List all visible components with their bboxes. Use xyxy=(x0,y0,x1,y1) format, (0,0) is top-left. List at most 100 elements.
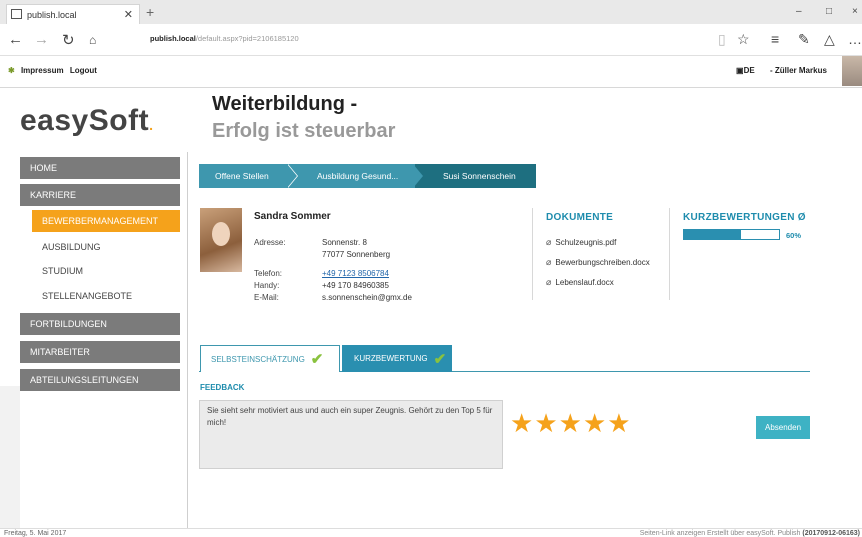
feedback-heading: FEEDBACK xyxy=(200,383,245,392)
email-label: E-Mail: xyxy=(254,293,279,302)
tab-selbsteinschaetzung[interactable]: SELBSTEINSCHÄTZUNG ✔ xyxy=(200,345,340,372)
new-tab-button[interactable]: + xyxy=(146,4,154,20)
minimize-button[interactable]: – xyxy=(796,6,802,17)
rating-progress-fill xyxy=(684,230,741,239)
back-icon[interactable]: ← xyxy=(8,31,23,48)
address-path: /default.aspx?pid=2106185120 xyxy=(195,34,299,43)
star-icon[interactable]: ★ xyxy=(607,408,631,438)
sidebar-item-stellenangebote[interactable]: STELLENANGEBOTE xyxy=(32,285,180,307)
page-subtitle: Erfolg ist steuerbar xyxy=(212,120,396,142)
address-label: Adresse: xyxy=(254,238,286,247)
footer-date: Freitag, 5. Mai 2017 xyxy=(4,530,67,537)
candidate-name: Sandra Sommer xyxy=(254,211,331,222)
address-host: publish.local xyxy=(150,34,196,43)
impressum-icon: ✱ xyxy=(8,66,15,75)
mobile-label: Handy: xyxy=(254,281,280,290)
favorite-star-icon[interactable]: ☆ xyxy=(737,31,750,48)
home-icon[interactable]: ⌂ xyxy=(89,33,96,47)
easysoft-logo: easySoft. xyxy=(20,104,153,138)
divider xyxy=(532,208,533,300)
breadcrumb-current[interactable]: Susi Sonnenschein xyxy=(415,164,536,188)
star-icon[interactable]: ★ xyxy=(559,408,583,438)
check-icon: ✔ xyxy=(310,351,324,368)
mobile-value: +49 170 84960385 xyxy=(322,281,389,290)
impressum-link[interactable]: Impressum xyxy=(21,66,64,75)
browser-tab-bar: publish.local ✕ + – □ × xyxy=(0,0,862,24)
candidate-face xyxy=(212,222,230,246)
browser-tab[interactable]: publish.local ✕ xyxy=(6,4,140,24)
sidebar-item-ausbildung[interactable]: AUSBILDUNG xyxy=(32,236,180,258)
close-window-button[interactable]: × xyxy=(852,6,858,17)
app-top-bar: ✱ Impressum Logout ▣DE - Züller Markus xyxy=(0,56,862,88)
refresh-icon[interactable]: ↻ xyxy=(62,31,75,49)
document-link[interactable]: ⌀ Bewerbungschreiben.docx xyxy=(546,257,650,268)
logo-text: easySoft xyxy=(20,104,150,137)
paperclip-icon: ⌀ xyxy=(546,277,552,287)
address-bar[interactable]: publish.local/default.aspx?pid=210618512… xyxy=(150,34,299,43)
check-icon: ✔ xyxy=(433,350,447,368)
status-footer: Freitag, 5. Mai 2017 Seiten-Link anzeige… xyxy=(0,528,862,537)
star-icon[interactable]: ★ xyxy=(510,408,534,438)
feedback-textarea[interactable]: Sie sieht sehr motiviert aus und auch ei… xyxy=(199,400,503,469)
forward-icon[interactable]: → xyxy=(34,31,49,48)
rating-progress-bar xyxy=(683,229,780,240)
sidebar-item-karriere[interactable]: KARRIERE xyxy=(20,184,180,206)
tab-kurzbewertung[interactable]: KURZBEWERTUNG ✔ xyxy=(342,345,452,372)
sidebar-item-home[interactable]: HOME xyxy=(20,157,180,179)
page-title: Weiterbildung - xyxy=(212,93,358,115)
submit-button[interactable]: Absenden xyxy=(756,416,810,439)
logout-link[interactable]: Logout xyxy=(70,66,97,75)
left-margin-fill xyxy=(0,386,20,528)
address-line1: Sonnenstr. 8 xyxy=(322,238,367,247)
logo-dot: . xyxy=(149,117,154,133)
sidebar-item-fortbildungen[interactable]: FORTBILDUNGEN xyxy=(20,313,180,335)
document-name: Bewerbungschreiben.docx xyxy=(555,258,650,267)
browser-tab-title: publish.local xyxy=(27,9,77,20)
star-icon[interactable]: ★ xyxy=(583,408,607,438)
breadcrumb-arrow xyxy=(287,164,297,188)
user-menu[interactable]: - Züller Markus xyxy=(770,66,827,75)
footer-info: Seiten-Link anzeigen Erstellt über easyS… xyxy=(640,530,860,537)
document-name: Lebenslauf.docx xyxy=(555,278,614,287)
language-selector[interactable]: ▣DE xyxy=(736,66,755,75)
breadcrumb-arrow xyxy=(413,164,423,188)
breadcrumb-offene-stellen[interactable]: Offene Stellen xyxy=(199,164,289,188)
sidebar-item-bewerbermanagement[interactable]: BEWERBERMANAGEMENT xyxy=(32,210,180,232)
rating-percent: 60% xyxy=(786,231,802,240)
email-value: s.sonnenschein@gmx.de xyxy=(322,293,412,302)
document-link[interactable]: ⌀ Schulzeugnis.pdf xyxy=(546,237,616,248)
user-avatar[interactable] xyxy=(842,56,862,86)
close-tab-icon[interactable]: ✕ xyxy=(124,8,133,21)
language-icon: ▣ xyxy=(736,66,744,75)
breadcrumb-ausbildung[interactable]: Ausbildung Gesund... xyxy=(289,164,415,188)
address-line2: 77077 Sonnenberg xyxy=(322,250,391,259)
maximize-button[interactable]: □ xyxy=(826,6,832,17)
tab-label: SELBSTEINSCHÄTZUNG xyxy=(211,354,305,364)
phone-label: Telefon: xyxy=(254,269,283,278)
sidebar-item-abteilungsleitungen[interactable]: ABTEILUNGSLEITUNGEN xyxy=(20,369,180,391)
sidebar-item-studium[interactable]: STUDIUM xyxy=(32,260,180,282)
language-label: DE xyxy=(743,66,755,75)
candidate-photo xyxy=(200,208,242,272)
share-icon[interactable]: △ xyxy=(824,31,835,48)
ratings-heading: KURZBEWERTUNGEN Ø xyxy=(683,212,806,223)
hub-icon[interactable]: ≡ xyxy=(771,31,779,47)
documents-heading: DOKUMENTE xyxy=(546,212,614,223)
more-icon[interactable]: … xyxy=(848,31,862,47)
tab-label: KURZBEWERTUNG xyxy=(354,354,428,363)
footer-version: (20170912-06163) xyxy=(802,530,860,537)
star-icon[interactable]: ★ xyxy=(534,408,558,438)
document-link[interactable]: ⌀ Lebenslauf.docx xyxy=(546,277,614,288)
sidebar: HOME KARRIERE BEWERBERMANAGEMENT AUSBILD… xyxy=(20,152,188,528)
page-favicon-icon xyxy=(11,9,22,19)
paperclip-icon: ⌀ xyxy=(546,257,552,267)
divider xyxy=(669,208,670,300)
phone-link[interactable]: +49 7123 8506784 xyxy=(322,269,389,278)
reading-view-icon[interactable]: ▯ xyxy=(718,31,726,48)
star-rating[interactable]: ★★★★★ xyxy=(510,408,632,439)
footer-links[interactable]: Seiten-Link anzeigen Erstellt über easyS… xyxy=(640,530,801,537)
sidebar-item-mitarbeiter[interactable]: MITARBEITER xyxy=(20,341,180,363)
browser-nav-bar: ← → ↻ ⌂ publish.local/default.aspx?pid=2… xyxy=(0,24,862,56)
web-note-icon[interactable]: ✎ xyxy=(798,31,810,48)
document-name: Schulzeugnis.pdf xyxy=(555,238,617,247)
